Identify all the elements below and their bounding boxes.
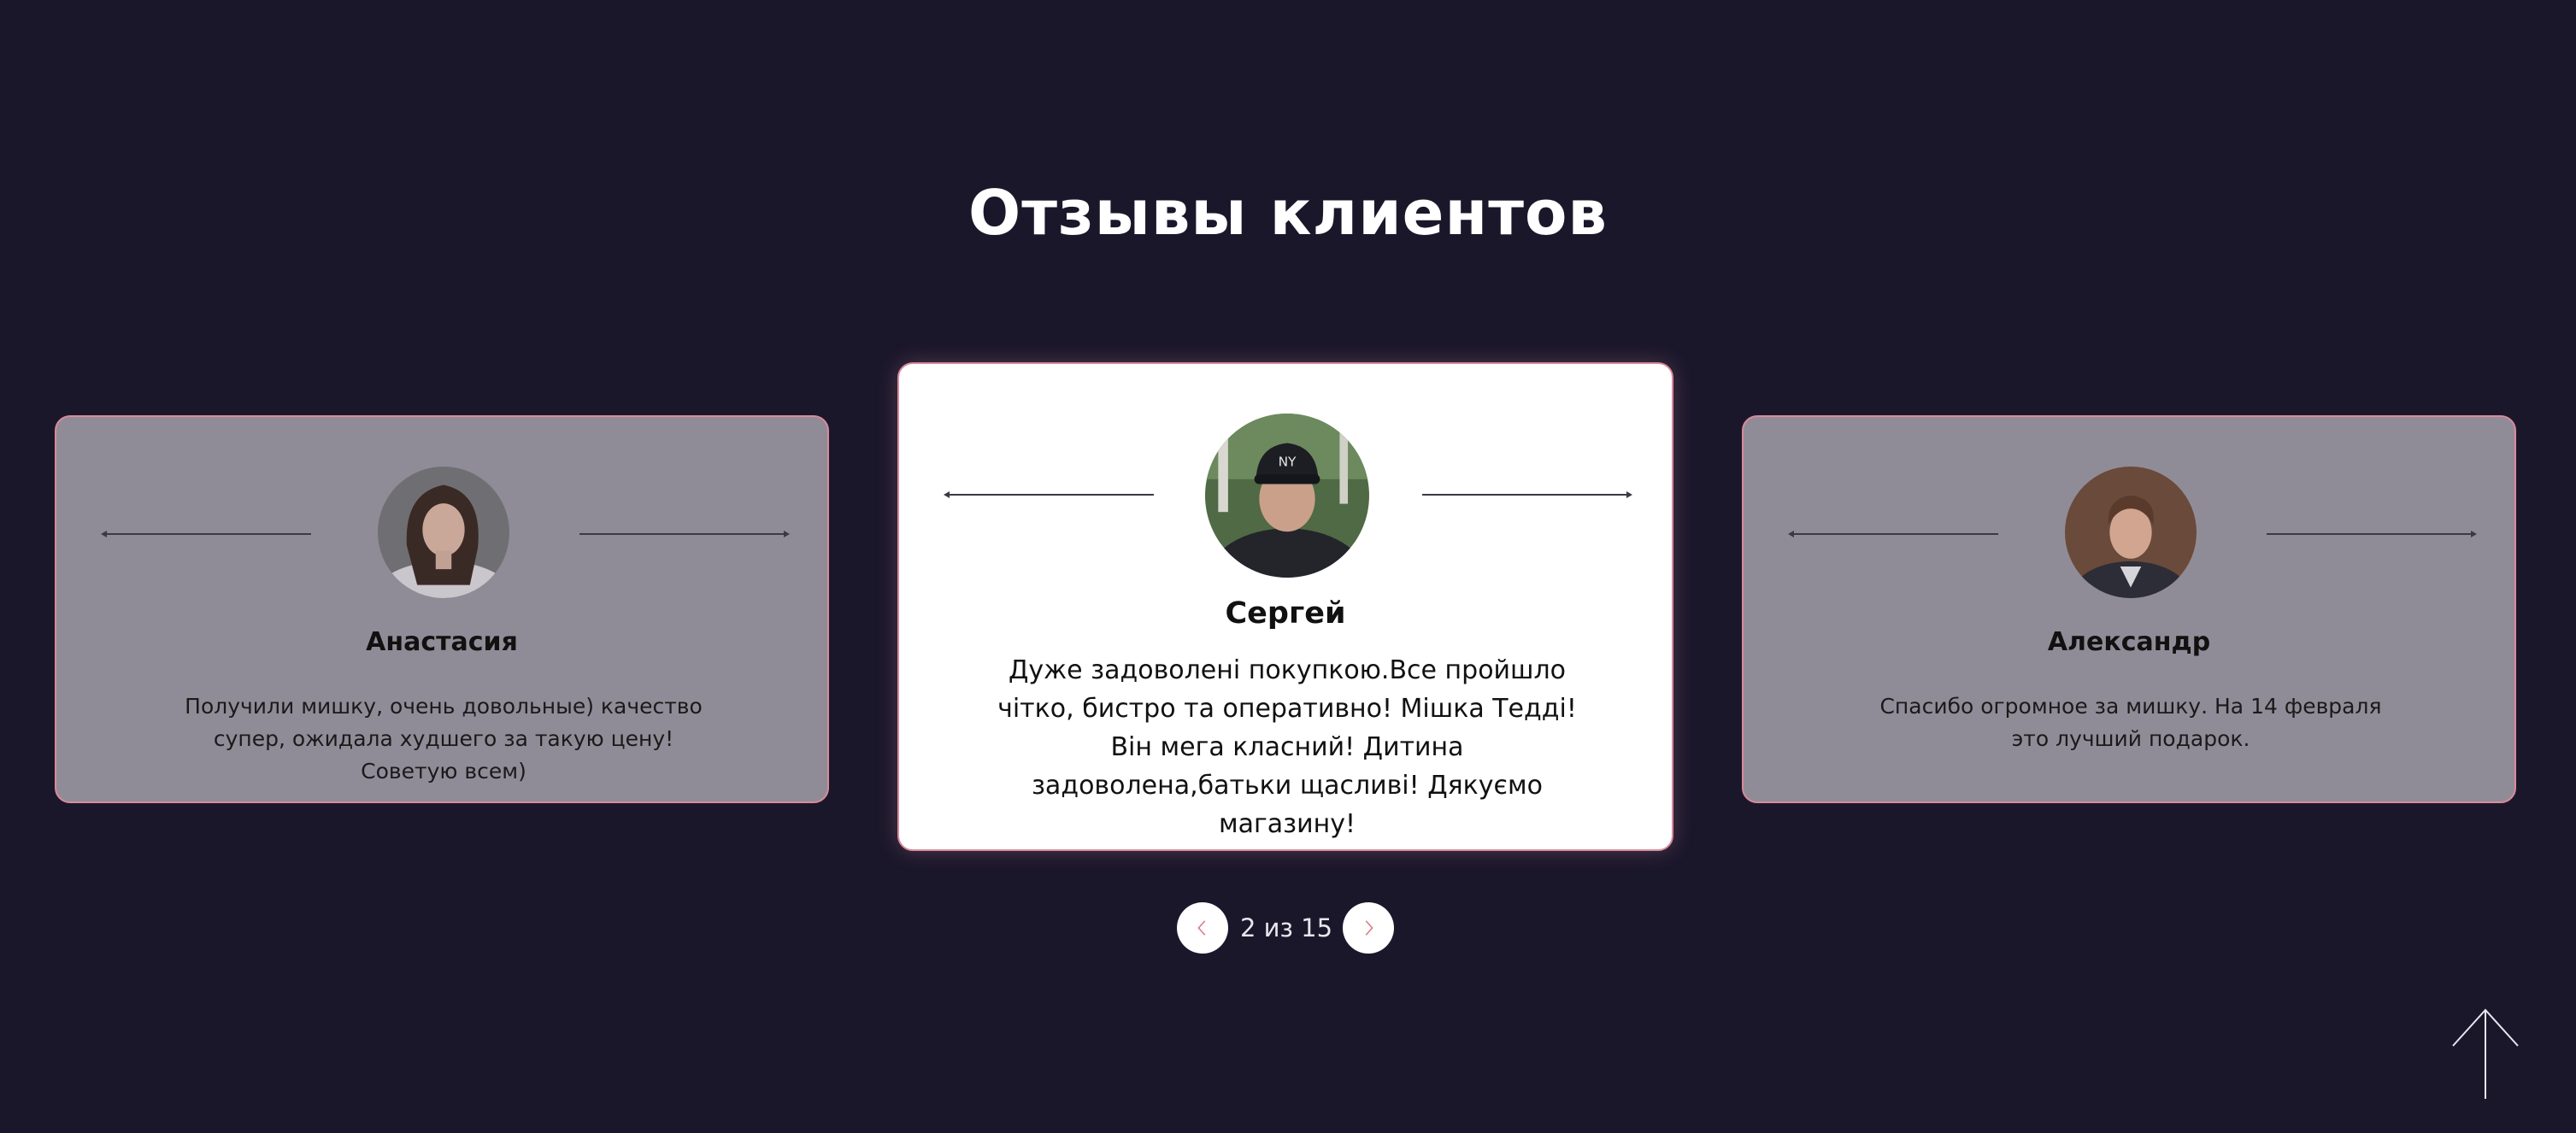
review-card-active[interactable]: NY Сергей Дуже задоволені покупкою.Все п…	[897, 362, 1673, 851]
prev-button[interactable]	[1177, 902, 1228, 954]
next-button[interactable]	[1343, 902, 1394, 954]
decor-line-left	[1788, 531, 1998, 537]
review-card-right[interactable]: Александр Спасибо огромное за мишку. На …	[1742, 415, 2516, 803]
review-card-left[interactable]: Анастасия Получили мишку, очень довольны…	[55, 415, 829, 803]
review-author: Александр	[2047, 627, 2211, 657]
decor-line-left	[101, 531, 311, 537]
review-author: Анастасия	[366, 627, 518, 657]
decor-line-right	[2267, 531, 2477, 537]
chevron-right-icon	[1365, 920, 1373, 936]
arrow-up-icon	[2452, 1008, 2519, 1099]
scroll-top-button[interactable]	[2450, 1007, 2521, 1101]
slide-counter: 2 из 15	[1239, 913, 1333, 942]
avatar	[378, 467, 509, 598]
section-title: Отзывы клиентов	[967, 177, 1608, 249]
decor-line-right	[1422, 491, 1632, 498]
decor-line-left	[944, 491, 1154, 498]
svg-text:NY: NY	[1279, 454, 1297, 469]
review-author: Сергей	[1225, 596, 1346, 631]
decor-line-right	[579, 531, 790, 537]
chevron-left-icon	[1197, 920, 1206, 936]
review-text: Дуже задоволені покупкою.Все пройшло чіт…	[997, 655, 1577, 839]
review-text: Спасибо огромное за мишку. На 14 февраля…	[1879, 694, 2382, 751]
avatar: NY	[1205, 414, 1369, 578]
avatar	[2065, 467, 2197, 598]
review-text: Получили мишку, очень довольные) качеств…	[185, 694, 703, 784]
